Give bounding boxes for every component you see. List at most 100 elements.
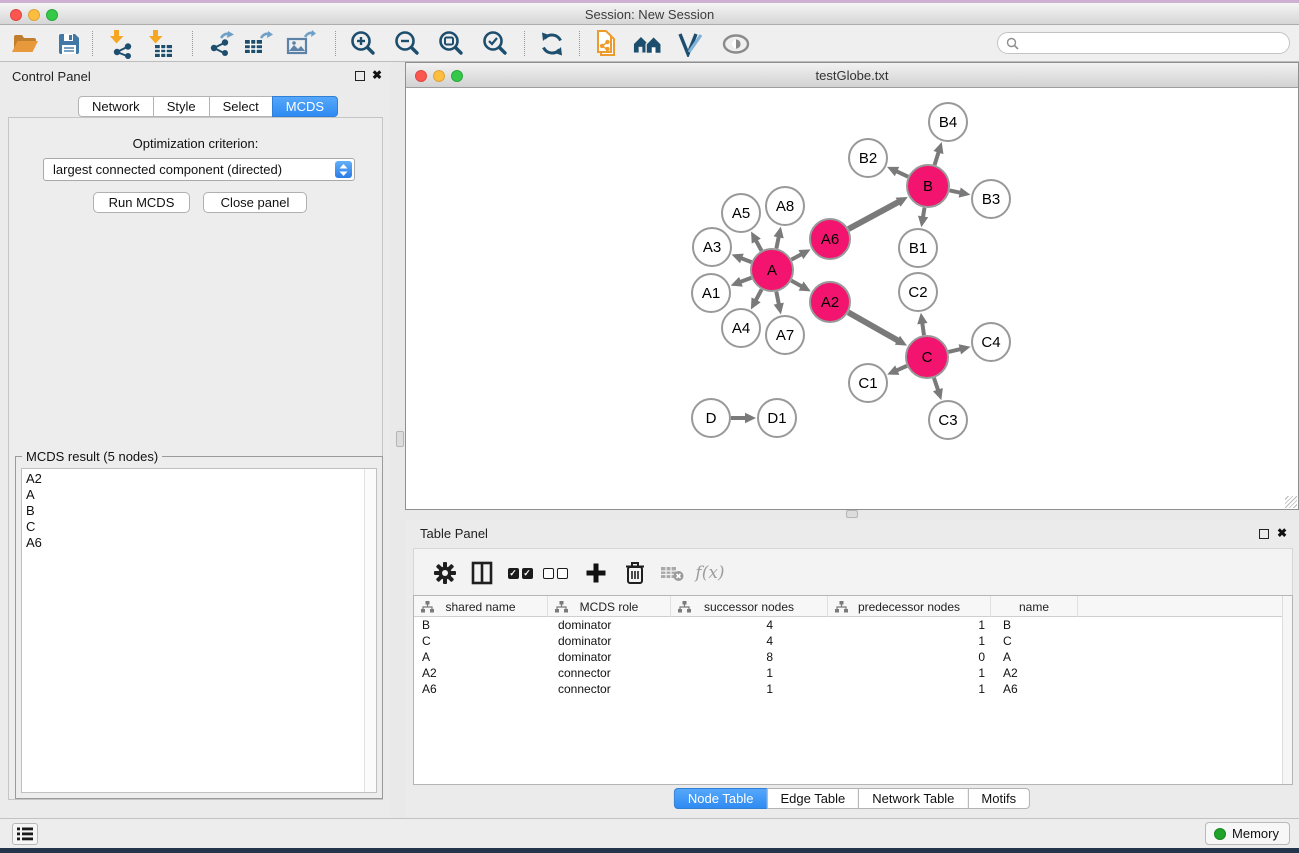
column-header-shared-name[interactable]: shared name [414,596,548,617]
float-panel-icon[interactable] [355,71,365,81]
vizmapper-icon[interactable] [675,29,705,59]
table-row[interactable]: Adominator80A [414,649,1292,665]
tab-style[interactable]: Style [153,96,210,117]
mcds-result-item[interactable]: A6 [26,535,376,551]
graph-node-A2[interactable]: A2 [810,282,850,322]
graph-node-A7[interactable]: A7 [766,316,804,354]
graph-node-B2[interactable]: B2 [849,139,887,177]
edge-A-A7[interactable] [776,292,779,306]
graph-node-B1[interactable]: B1 [899,229,937,267]
import-network-icon[interactable] [106,29,136,59]
import-table-icon[interactable] [145,29,175,59]
add-column-icon[interactable] [581,558,611,588]
tab-select[interactable]: Select [209,96,273,117]
float-table-panel-icon[interactable] [1259,529,1269,539]
column-header-name[interactable]: name [991,596,1078,617]
edge-C-C2[interactable] [922,322,924,335]
close-panel-icon[interactable]: ✖ [372,68,382,82]
cell-mcds_role: dominator [548,617,671,633]
select-all-checkboxes-icon[interactable]: ✓✓ [505,558,535,588]
edge-B-B4[interactable] [935,151,939,165]
horizontal-splitter-grip[interactable] [846,510,858,518]
table-row[interactable]: Cdominator41C [414,633,1292,649]
memory-button[interactable]: Memory [1205,822,1290,845]
column-header-successor-nodes[interactable]: successor nodes [671,596,828,617]
optimization-criterion-select[interactable]: largest connected component (directed) [43,158,355,181]
network-canvas[interactable]: A A1 A2 A3 A4 A5 A6 A7 A8 B B1 B2 B3 B4 C C1 C2 C3 C4 D D1 [406,88,1298,509]
delete-column-icon[interactable] [620,558,650,588]
control-panel-tabs: NetworkStyleSelectMCDS [78,96,338,117]
graph-node-D[interactable]: D [692,399,730,437]
deselect-all-checkboxes-icon[interactable] [540,558,570,588]
edge-A-A4[interactable] [755,289,761,301]
table-row[interactable]: Bdominator41B [414,617,1292,633]
edge-A2-C[interactable] [848,312,899,341]
edge-C-C4[interactable] [948,349,961,352]
graph-node-C1[interactable]: C1 [849,364,887,402]
table-panel-tabs: Node TableEdge TableNetwork TableMotifs [674,788,1030,809]
run-mcds-button[interactable]: Run MCDS [93,192,190,213]
table-scrollbar[interactable] [1282,596,1292,784]
edge-B-B2[interactable] [895,171,908,177]
graph-node-C4[interactable]: C4 [972,323,1010,361]
show-hide-panels-icon[interactable] [721,29,751,59]
window-resize-grip[interactable] [1285,496,1297,508]
zoom-out-icon[interactable] [392,29,422,59]
open-session-icon[interactable] [10,29,40,59]
vertical-splitter-grip[interactable] [396,431,404,447]
mcds-result-list[interactable]: A2ABCA6 [21,468,377,793]
mcds-result-item[interactable]: A [26,487,376,503]
search-input[interactable] [1023,36,1289,50]
save-session-icon[interactable] [54,29,84,59]
tab-motifs[interactable]: Motifs [967,788,1030,809]
graph-node-A[interactable]: A [751,249,793,291]
cell-mcds_role: connector [548,681,671,697]
search-field[interactable] [997,32,1290,54]
node-table[interactable]: shared nameMCDS rolesuccessor nodesprede… [413,595,1293,785]
zoom-selected-icon[interactable] [480,29,510,59]
refresh-icon[interactable] [537,29,567,59]
export-network-icon[interactable] [206,29,236,59]
graph-node-C2[interactable]: C2 [899,273,937,311]
close-table-panel-icon[interactable]: ✖ [1277,526,1287,540]
edge-A6-B[interactable] [848,201,899,229]
mcds-result-item[interactable]: A2 [26,471,376,487]
table-row[interactable]: A2connector11A2 [414,665,1292,681]
toolbar-separator [579,31,580,56]
graph-node-A3[interactable]: A3 [693,228,731,266]
graph-node-B4[interactable]: B4 [929,103,967,141]
export-image-icon[interactable] [286,29,316,59]
graph-node-B3[interactable]: B3 [972,180,1010,218]
tab-mcds[interactable]: MCDS [272,96,338,117]
graph-node-A4[interactable]: A4 [722,309,760,347]
table-row[interactable]: A6connector11A6 [414,681,1292,697]
zoom-fit-icon[interactable] [436,29,466,59]
graph-node-C[interactable]: C [906,336,948,378]
column-header-mcds-role[interactable]: MCDS role [548,596,671,617]
close-panel-button[interactable]: Close panel [203,192,307,213]
graph-node-A1[interactable]: A1 [692,274,730,312]
task-history-button[interactable] [12,823,38,845]
graph-node-A5[interactable]: A5 [722,194,760,232]
zoom-in-icon[interactable] [348,29,378,59]
home-icon[interactable] [633,29,663,59]
column-header-predecessor-nodes[interactable]: predecessor nodes [828,596,991,617]
graph-node-C3[interactable]: C3 [929,401,967,439]
new-session-icon[interactable] [591,29,621,59]
edge-C-C3[interactable] [934,378,939,392]
graph-node-A8[interactable]: A8 [766,187,804,225]
mcds-result-item[interactable]: C [26,519,376,535]
cell-shared_name: B [414,617,548,633]
graph-node-D1[interactable]: D1 [758,399,796,437]
graph-node-A6[interactable]: A6 [810,219,850,259]
table-settings-icon[interactable] [430,558,460,588]
tab-network[interactable]: Network [78,96,154,117]
tab-network-table[interactable]: Network Table [858,788,968,809]
result-list-scrollbar[interactable] [364,469,376,792]
show-columns-icon[interactable] [467,558,497,588]
tab-edge-table[interactable]: Edge Table [766,788,859,809]
export-table-icon[interactable] [243,29,273,59]
graph-node-B[interactable]: B [907,165,949,207]
tab-node-table[interactable]: Node Table [674,788,768,809]
mcds-result-item[interactable]: B [26,503,376,519]
